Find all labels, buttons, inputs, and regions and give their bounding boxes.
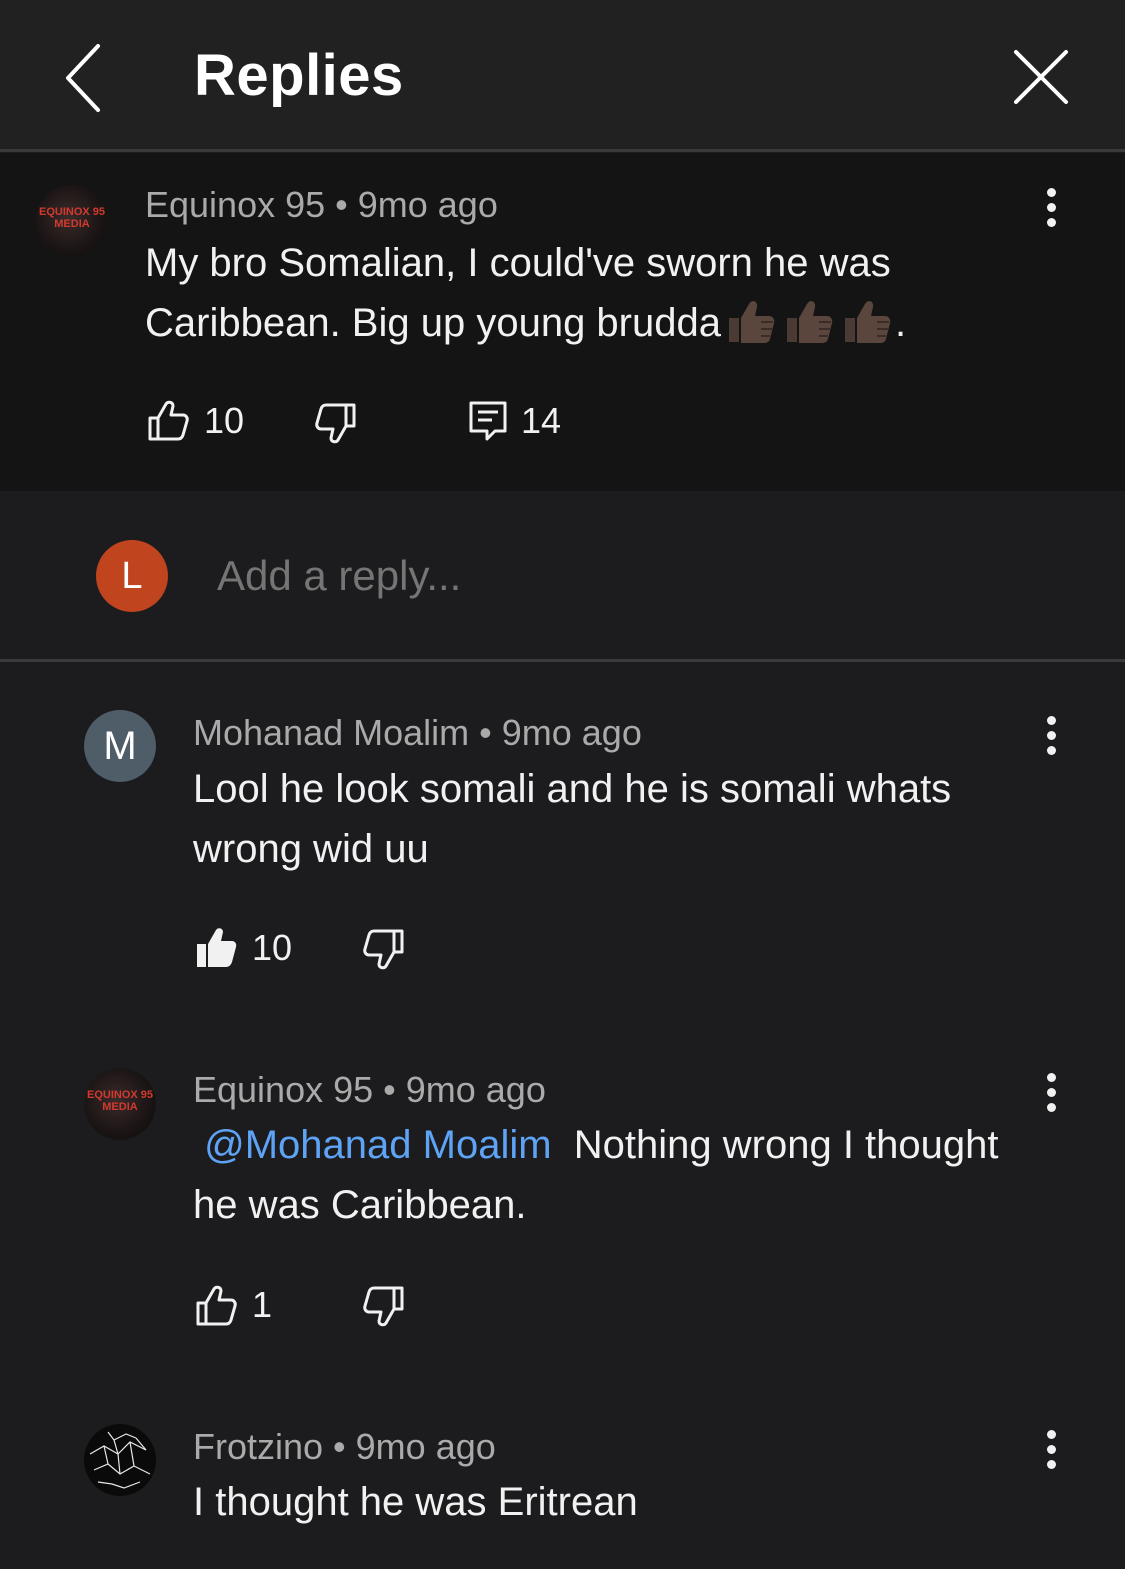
avatar-logo-text: EQUINOX 95 MEDIA: [86, 1089, 154, 1113]
like-count: 1: [252, 1284, 273, 1325]
reply-input[interactable]: [217, 549, 997, 603]
page-title: Replies: [194, 43, 404, 108]
comment-author[interactable]: Equinox 95: [193, 1069, 373, 1110]
like-count: 10: [204, 400, 245, 441]
comment-text-line: I thought he was Eritrean: [193, 1480, 638, 1524]
comment-author[interactable]: Frotzino: [193, 1426, 323, 1467]
comment-text: @Mohanad Moalim Nothing wrong I thought …: [193, 1115, 1093, 1235]
thumbs-up-emoji-icon: [728, 301, 775, 343]
composer-divider: [0, 659, 1125, 662]
avatar[interactable]: M: [84, 710, 156, 782]
comment-meta: Mohanad Moalim • 9mo ago: [193, 712, 642, 754]
more-options-icon[interactable]: [1042, 714, 1062, 758]
comment-text: My bro Somalian, I could've sworn he was…: [145, 233, 1075, 353]
comment-meta: Frotzino • 9mo ago: [193, 1426, 496, 1468]
comment-text: Lool he look somali and he is somali wha…: [193, 759, 1073, 879]
dislike-icon[interactable]: [314, 401, 358, 445]
comment-author[interactable]: Mohanad Moalim: [193, 712, 469, 753]
like-count: 10: [252, 927, 293, 968]
comment-text: I thought he was Eritrean: [193, 1472, 1073, 1532]
separator-dot: •: [335, 184, 348, 225]
separator-dot: •: [383, 1069, 396, 1110]
comment-text-span: .: [894, 301, 907, 345]
avatar[interactable]: EQUINOX 95 MEDIA: [36, 185, 108, 257]
reply-count: 14: [521, 400, 562, 441]
back-arrow-icon[interactable]: [56, 40, 112, 116]
avatar[interactable]: EQUINOX 95 MEDIA: [84, 1068, 156, 1140]
comment-text-line: Lool he look somali and he is somali wha…: [193, 767, 952, 811]
comment-text-line: @Mohanad Moalim Nothing wrong I thought: [193, 1115, 1093, 1175]
comment-time: 9mo ago: [501, 712, 642, 753]
comment-text-span: Nothing wrong I thought: [573, 1123, 999, 1167]
dislike-icon[interactable]: [362, 927, 406, 971]
comment-time: 9mo ago: [355, 1426, 496, 1467]
user-avatar[interactable]: L: [96, 540, 168, 612]
comment-text-span: Caribbean. Big up young brudda: [145, 301, 721, 345]
header-divider: [0, 149, 1125, 152]
close-icon[interactable]: [1008, 44, 1074, 110]
dislike-icon[interactable]: [362, 1284, 406, 1328]
comment-time: 9mo ago: [405, 1069, 546, 1110]
thumbs-up-emoji-icon: [786, 301, 833, 343]
thumbs-up-emoji-icon: [844, 301, 891, 343]
like-icon[interactable]: [146, 399, 190, 443]
comment-meta: Equinox 95 • 9mo ago: [145, 184, 498, 226]
avatar-logo-text: EQUINOX 95 MEDIA: [38, 206, 106, 230]
avatar-pattern-icon: [89, 1431, 151, 1489]
parent-comment: EQUINOX 95 MEDIA Equinox 95 • 9mo ago My b…: [0, 153, 1125, 491]
comment-meta: Equinox 95 • 9mo ago: [193, 1069, 546, 1111]
more-options-icon[interactable]: [1042, 1428, 1062, 1472]
comment-text-line: wrong wid uu: [193, 827, 429, 871]
separator-dot: •: [479, 712, 492, 753]
comment-author[interactable]: Equinox 95: [145, 184, 325, 225]
reply-icon[interactable]: [466, 399, 510, 443]
comment-time: 9mo ago: [357, 184, 498, 225]
like-icon[interactable]: [194, 1284, 238, 1328]
mention-link[interactable]: @Mohanad Moalim: [204, 1123, 551, 1167]
header: Replies: [0, 0, 1125, 150]
separator-dot: •: [333, 1426, 346, 1467]
comment-text-line: My bro Somalian, I could've sworn he was: [145, 241, 891, 285]
more-options-icon[interactable]: [1042, 186, 1062, 230]
more-options-icon[interactable]: [1042, 1071, 1062, 1115]
comment-text-line: he was Caribbean.: [193, 1183, 527, 1227]
like-filled-icon[interactable]: [194, 926, 238, 970]
comment-text-line: Caribbean. Big up young brudda.: [145, 293, 1075, 353]
avatar[interactable]: [84, 1424, 156, 1496]
